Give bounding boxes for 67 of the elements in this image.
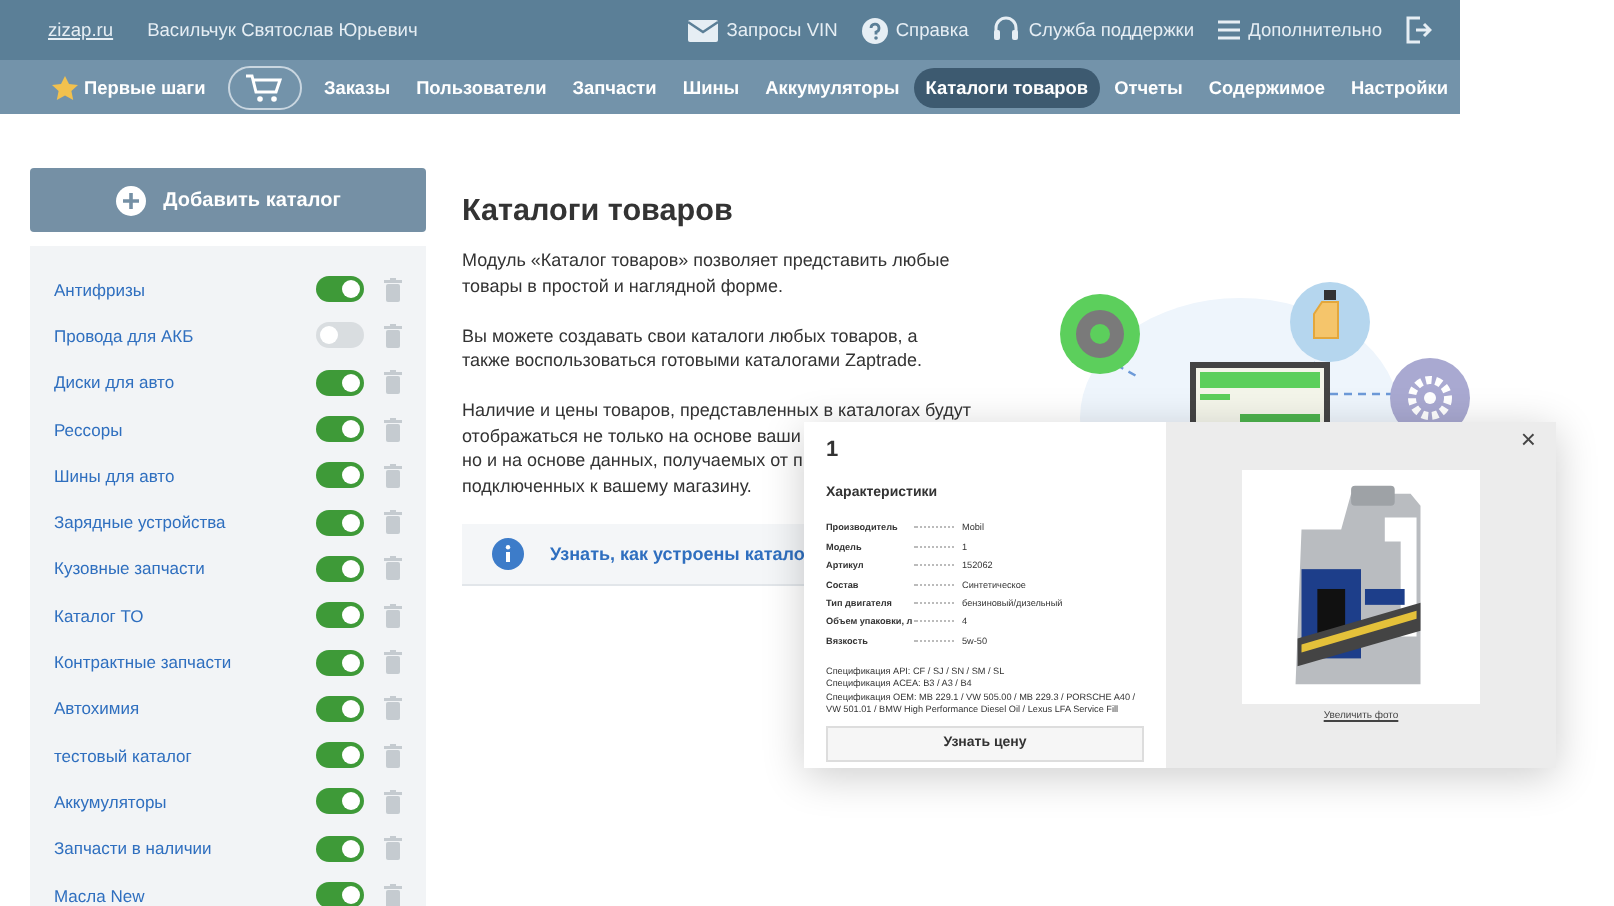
menu-icon [1218,20,1241,40]
nav-tab[interactable]: Содержимое [1196,67,1338,107]
paragraph-line: Вы можете создавать свои каталоги любых товаров, а [462,323,918,348]
toggle-switch[interactable] [316,695,364,722]
nav-tab[interactable]: Шины [670,67,752,107]
nav-tab[interactable]: Первые шаги [40,65,218,109]
paragraph-line: товары в простой и наглядной форме. [462,273,783,298]
nav-tab[interactable]: Запчасти [560,67,669,107]
toggle-switch[interactable] [316,555,364,582]
toggle-switch[interactable] [316,322,364,349]
help-icon [861,17,888,43]
toggle-switch[interactable] [316,369,364,396]
header-link[interactable]: Служба поддержки [992,16,1195,44]
catalog-link[interactable]: Аккумуляторы [54,791,316,812]
catalog-link[interactable]: Кузовные запчасти [54,558,316,579]
catalog-link[interactable]: Контрактные запчасти [54,652,316,673]
info-icon [492,537,524,569]
nav-tab[interactable]: Отчеты [1102,67,1195,107]
site-link[interactable]: zizap.ru [48,20,114,40]
paragraph-line: но и на основе данных, получаемых от п [462,448,803,473]
paragraph-line: Наличие и цены товаров, представленных в каталогах будут [462,398,971,423]
nav-tab[interactable]: Заказы [311,67,403,107]
add-catalog-button[interactable]: Добавить каталог [30,168,426,232]
cart-button[interactable] [227,65,302,109]
toggle-switch[interactable] [316,462,364,489]
nav-tab[interactable]: Пользователи [404,67,559,107]
catalog-link[interactable]: Каталог ТО [54,605,316,626]
toggle-switch[interactable] [316,649,364,676]
catalog-link[interactable]: Зарядные устройства [54,512,316,533]
toggle-switch[interactable] [316,882,364,906]
toggle-switch[interactable] [316,509,364,536]
close-button[interactable]: × [1520,424,1536,454]
toggle-switch[interactable] [316,742,364,769]
catalog-link[interactable]: Шины для авто [54,465,316,486]
headset-icon [992,16,1021,44]
paragraph-line: подключенных к вашему магазину. [462,473,752,498]
header-link[interactable]: Дополнительно [1218,20,1382,40]
user-name: Васильчук Святослав Юрьевич [147,20,418,40]
catalog-link[interactable]: Диски для авто [54,372,316,393]
nav-tab[interactable]: Настройки [1339,67,1460,107]
paragraph-line: Модуль «Каталог товаров» позволяет представить любые [462,248,950,273]
catalog-link[interactable]: Запчасти в наличии [54,838,316,859]
toggle-switch[interactable] [316,835,364,862]
info-link[interactable]: Узнать, как устроены катало [550,543,805,563]
nav-tab[interactable]: Каталоги товаров [913,67,1101,107]
plus-icon [115,185,146,215]
nav-tab[interactable]: Аккумуляторы [753,67,912,107]
catalog-link[interactable]: Автохимия [54,698,316,719]
catalog-link[interactable]: тестовый каталог [54,745,316,766]
paragraph-line: также воспользоваться готовыми каталогами Zaptrade. [462,348,923,373]
paragraph-line: отображаться не только на основе ваши [462,423,801,448]
envelope-icon [688,19,719,41]
toggle-switch[interactable] [316,416,364,443]
catalog-link[interactable]: Антифризы [54,279,316,300]
page-title: Каталоги товаров [462,194,735,230]
catalog-link[interactable]: Провода для АКБ [54,325,316,346]
header-link[interactable]: Справка [861,17,969,43]
header-link[interactable]: Запросы VIN [688,19,838,41]
logout-icon[interactable] [1406,16,1432,44]
star-icon [52,75,78,99]
catalog-link[interactable]: Масла New [54,885,316,905]
toggle-switch[interactable] [316,602,364,629]
cart-icon [244,71,285,103]
toggle-switch[interactable] [316,788,364,815]
catalog-link[interactable]: Рессоры [54,419,316,440]
product-title: 1 [826,438,841,462]
toggle-switch[interactable] [316,276,364,303]
